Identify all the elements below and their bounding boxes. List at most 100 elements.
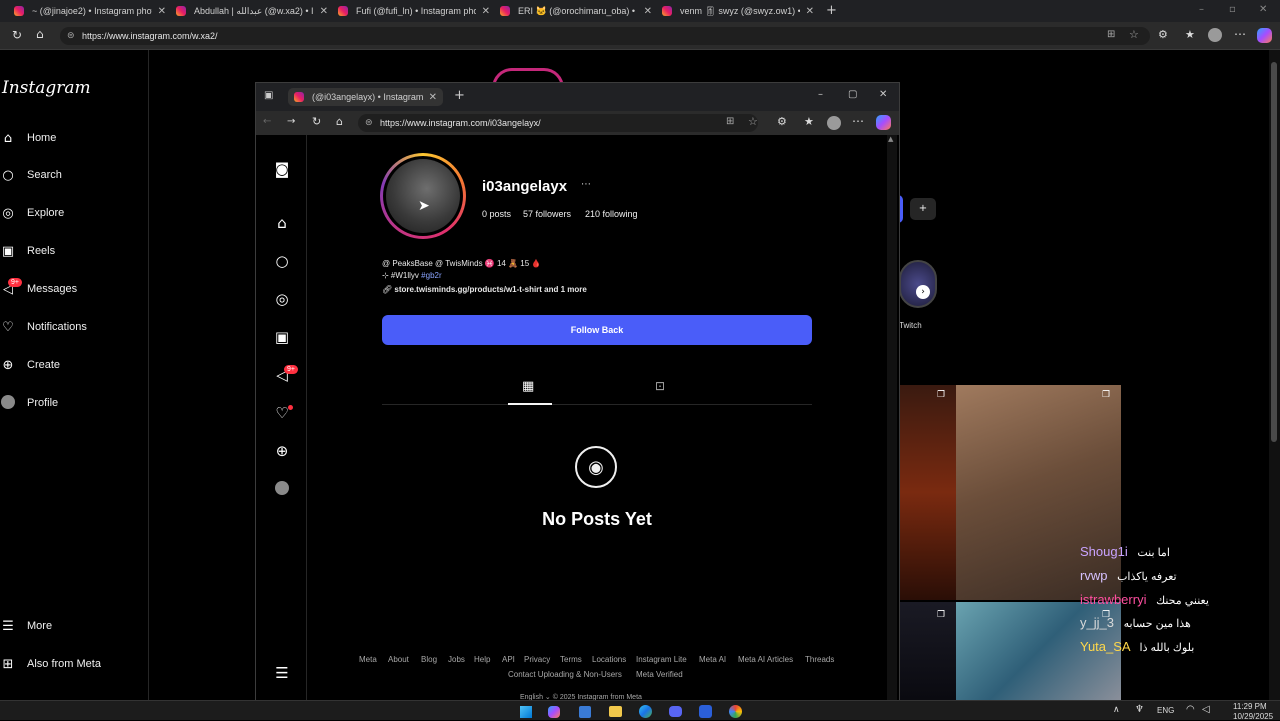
wifi-icon[interactable]: ◠ — [1186, 704, 1195, 715]
favorite-star-icon[interactable]: ☆ — [1129, 28, 1139, 41]
profile-avatar[interactable] — [1208, 28, 1222, 42]
favorites-icon[interactable]: ★ — [1185, 28, 1195, 41]
search-icon[interactable]: ○ — [272, 251, 292, 271]
new-tab-icon[interactable]: + — [826, 3, 837, 18]
instagram-icon[interactable]: ◙ — [272, 159, 292, 179]
close-icon[interactable]: ✕ — [482, 6, 490, 17]
footer-link[interactable]: API — [502, 655, 515, 664]
page-scrollbar[interactable] — [1269, 50, 1280, 700]
app-icon[interactable] — [699, 705, 712, 718]
more-menu-icon[interactable]: ⋯ — [852, 114, 864, 128]
profile-avatar[interactable] — [827, 116, 841, 130]
footer-link[interactable]: Help — [474, 655, 490, 664]
post-thumbnail[interactable] — [899, 385, 956, 600]
close-icon[interactable]: ✕ — [644, 6, 652, 17]
chevron-right-icon[interactable]: › — [916, 285, 930, 299]
pen-icon[interactable]: ♆ — [1135, 704, 1144, 715]
file-explorer-icon[interactable] — [609, 706, 622, 717]
footer-link[interactable]: Meta AI Articles — [738, 655, 793, 664]
reload-icon[interactable]: ↻ — [312, 115, 321, 128]
hashtag-link[interactable]: #gb2r — [421, 271, 441, 280]
favorites-icon[interactable]: ★ — [804, 115, 814, 128]
tab-actions-icon[interactable]: ▣ — [264, 90, 273, 101]
sidebar-item-profile[interactable]: Profile — [0, 393, 58, 413]
popup-url-input[interactable]: ⊜ https://www.instagram.com/i03angelayx/ — [358, 114, 758, 132]
footer-link[interactable]: Contact Uploading & Non-Users — [508, 670, 622, 679]
edge-icon[interactable] — [639, 705, 652, 718]
footer-link[interactable]: Instagram Lite — [636, 655, 687, 664]
back-icon[interactable]: ← — [263, 116, 271, 127]
copilot-icon[interactable] — [876, 115, 891, 130]
bio-link[interactable]: 🔗︎ store.twisminds.gg/products/w1-t-shir… — [382, 285, 587, 294]
options-icon[interactable]: ⋯ — [581, 179, 591, 190]
close-window-icon[interactable]: ✕ — [1259, 4, 1267, 15]
follow-back-button[interactable]: Follow Back — [382, 315, 812, 345]
new-tab-icon[interactable]: + — [454, 88, 465, 103]
close-icon[interactable]: ✕ — [806, 6, 814, 17]
language-indicator[interactable]: ENG — [1157, 706, 1174, 715]
volume-icon[interactable]: ◁ — [1202, 704, 1210, 715]
extensions-icon[interactable]: ⚙ — [777, 115, 787, 128]
browser-tab[interactable]: Fufi (@fufi_ln) • Instagram photo ✕ — [338, 2, 490, 20]
scrollbar-thumb[interactable] — [1271, 62, 1277, 442]
footer-link[interactable]: Blog — [421, 655, 437, 664]
url-input[interactable]: ⊜ https://www.instagram.com/w.xa2/ — [60, 27, 1150, 45]
home-icon[interactable]: ⌂ — [272, 213, 292, 233]
extensions-icon[interactable]: ⚙ — [1158, 28, 1168, 41]
posts-grid-tab-icon[interactable]: ▦ — [522, 379, 534, 394]
reload-icon[interactable]: ↻ — [12, 28, 22, 42]
footer-link[interactable]: Meta — [359, 655, 377, 664]
minimize-icon[interactable]: – — [1199, 4, 1204, 15]
sidebar-item-home[interactable]: ⌂ Home — [0, 128, 56, 148]
sidebar-item-search[interactable]: ○ Search — [0, 165, 62, 185]
clock-time[interactable]: 11:29 PM — [1233, 702, 1267, 711]
chrome-icon[interactable] — [729, 705, 742, 718]
discord-icon[interactable] — [669, 706, 682, 717]
avatar[interactable] — [275, 481, 289, 495]
close-window-icon[interactable]: ✕ — [879, 89, 887, 100]
footer-link[interactable]: Meta AI — [699, 655, 726, 664]
highlight-avatar[interactable] — [899, 260, 937, 308]
followers-count[interactable]: 57 followers — [523, 209, 571, 219]
post-thumbnail[interactable] — [899, 602, 956, 700]
popup-scrollbar[interactable]: ▲ — [887, 135, 897, 701]
favorite-star-icon[interactable]: ☆ — [748, 115, 758, 128]
maximize-icon[interactable]: ▢ — [848, 89, 857, 100]
close-icon[interactable]: ✕ — [320, 6, 328, 17]
minimize-icon[interactable]: – — [818, 89, 823, 100]
browser-tab[interactable]: ~ (@jinajoe2) • Instagram photo ✕ — [14, 2, 166, 20]
forward-icon[interactable]: → — [287, 116, 295, 127]
plus-icon[interactable]: ⊕ — [272, 441, 292, 461]
store-icon[interactable] — [579, 706, 591, 718]
popup-tab[interactable]: (@i03angelayx) • Instagram phot ✕ — [288, 88, 443, 106]
site-info-icon[interactable]: ⊜ — [67, 27, 75, 45]
following-count[interactable]: 210 following — [585, 209, 638, 219]
close-icon[interactable]: ✕ — [158, 6, 166, 17]
footer-link[interactable]: Jobs — [448, 655, 465, 664]
tagged-tab-icon[interactable]: ⊡ — [655, 379, 665, 393]
maximize-icon[interactable]: ▫ — [1229, 4, 1236, 15]
home-icon[interactable]: ⌂ — [336, 115, 343, 128]
sidebar-item-notifications[interactable]: ♡ Notifications — [0, 317, 87, 337]
home-icon[interactable]: ⌂ — [36, 27, 44, 41]
footer-link[interactable]: Privacy — [524, 655, 550, 664]
footer-link[interactable]: Terms — [560, 655, 582, 664]
browser-tab[interactable]: Abdullah | عبدالله (@w.xa2) • Insta ✕ — [176, 2, 328, 20]
site-info-icon[interactable]: ⊜ — [365, 114, 373, 132]
copilot-icon[interactable] — [548, 706, 560, 718]
close-icon[interactable]: ✕ — [429, 92, 437, 103]
footer-link[interactable]: About — [388, 655, 409, 664]
start-icon[interactable] — [520, 706, 532, 718]
sidebar-item-create[interactable]: ⊕ Create — [0, 355, 60, 375]
profile-avatar-ring[interactable] — [380, 153, 466, 239]
sidebar-item-reels[interactable]: ▣ Reels — [0, 241, 55, 261]
browser-tab[interactable]: ERI 🐱 (@orochimaru_oba) • Inst ✕ — [500, 2, 652, 20]
footer-link[interactable]: Locations — [592, 655, 626, 664]
sidebar-item-explore[interactable]: ◎ Explore — [0, 203, 64, 223]
app-available-icon[interactable]: ⊞ — [726, 116, 734, 127]
menu-icon[interactable]: ☰ — [272, 663, 292, 683]
scroll-up-icon[interactable]: ▲ — [888, 135, 893, 143]
footer-link[interactable]: Meta Verified — [636, 670, 683, 679]
app-available-icon[interactable]: ⊞ — [1107, 29, 1115, 40]
more-menu-icon[interactable]: ⋯ — [1234, 27, 1246, 41]
